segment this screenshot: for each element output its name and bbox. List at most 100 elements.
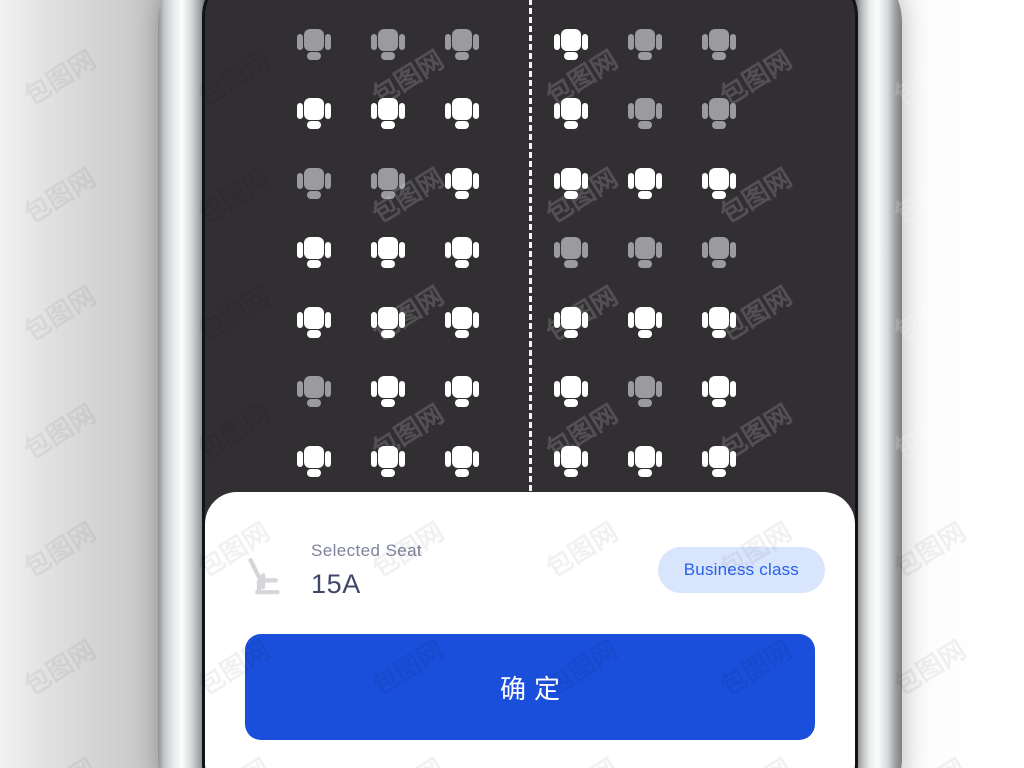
seat-armrest-right	[730, 172, 736, 189]
seat-15B[interactable]	[371, 445, 405, 480]
seat-armrest-right	[399, 242, 405, 258]
seat-map[interactable]	[205, 0, 855, 576]
seat-base	[307, 329, 321, 338]
seat-base	[381, 399, 395, 407]
seat-armrest-left	[628, 242, 634, 258]
seat-10C[interactable]	[445, 98, 479, 132]
seat-base	[455, 260, 469, 268]
seat-group-left	[297, 306, 479, 341]
seat-15A[interactable]	[297, 445, 331, 480]
seat-armrest-left	[445, 172, 451, 189]
seat-armrest-left	[297, 103, 303, 119]
cabin-class-badge[interactable]: Business class	[657, 547, 825, 593]
seat-back	[561, 237, 581, 259]
seat-armrest-left	[702, 103, 708, 119]
seat-14D[interactable]	[554, 376, 588, 410]
seat-15E[interactable]	[628, 445, 662, 480]
seat-base	[638, 468, 652, 477]
seat-10B[interactable]	[371, 98, 405, 132]
seat-14F[interactable]	[702, 376, 736, 410]
seat-back	[635, 445, 655, 468]
seat-group-left	[297, 98, 479, 132]
seat-back	[452, 376, 472, 398]
seat-group-left	[297, 376, 479, 410]
seat-back	[378, 28, 398, 51]
seat-armrest-right	[399, 33, 405, 50]
seat-armrest-right	[473, 103, 479, 119]
seat-11D[interactable]	[554, 167, 588, 202]
seat-armrest-left	[628, 172, 634, 189]
seat-9C	[445, 28, 479, 63]
seat-armrest-left	[554, 242, 560, 258]
seat-12A[interactable]	[297, 237, 331, 271]
seat-13B[interactable]	[371, 306, 405, 341]
seat-15F[interactable]	[702, 445, 736, 480]
seat-armrest-left	[371, 33, 377, 50]
seat-11F[interactable]	[702, 167, 736, 202]
seat-base	[564, 329, 578, 338]
seat-15D[interactable]	[554, 445, 588, 480]
seat-back	[378, 306, 398, 329]
seat-13D[interactable]	[554, 306, 588, 341]
seat-10D[interactable]	[554, 98, 588, 132]
seat-base	[455, 121, 469, 129]
seat-group-right	[554, 376, 736, 410]
seat-back	[709, 306, 729, 329]
seat-back	[709, 237, 729, 259]
seat-armrest-right	[473, 242, 479, 258]
seat-12D	[554, 237, 588, 271]
seat-armrest-left	[445, 311, 451, 328]
seat-10A[interactable]	[297, 98, 331, 132]
seat-base	[564, 121, 578, 129]
seat-back	[304, 28, 324, 51]
seat-armrest-right	[473, 450, 479, 467]
seat-armrest-right	[656, 450, 662, 467]
seat-10F	[702, 98, 736, 132]
seat-info-text: Selected Seat 15A	[311, 541, 422, 600]
seat-back	[378, 376, 398, 398]
seat-back	[452, 445, 472, 468]
seat-armrest-right	[582, 381, 588, 397]
confirm-button[interactable]: 确定	[245, 634, 815, 740]
seat-14E	[628, 376, 662, 410]
seat-armrest-left	[297, 381, 303, 397]
seat-back	[561, 98, 581, 120]
seat-back	[378, 445, 398, 468]
seat-armrest-left	[445, 381, 451, 397]
seat-armrest-right	[656, 242, 662, 258]
seat-armrest-left	[371, 242, 377, 258]
seat-armrest-left	[554, 311, 560, 328]
seat-back	[452, 306, 472, 329]
seat-11C[interactable]	[445, 167, 479, 202]
seat-armrest-right	[730, 381, 736, 397]
seat-15C[interactable]	[445, 445, 479, 480]
seat-13A[interactable]	[297, 306, 331, 341]
seat-back	[561, 376, 581, 398]
seat-armrest-right	[582, 242, 588, 258]
seat-armrest-left	[702, 172, 708, 189]
seat-9D[interactable]	[554, 28, 588, 63]
screenshot-stage: Selected Seat 15A Business class 确定 包图网包…	[0, 0, 1024, 768]
seat-12B[interactable]	[371, 237, 405, 271]
seat-back	[561, 445, 581, 468]
seat-14B[interactable]	[371, 376, 405, 410]
phone-device: Selected Seat 15A Business class 确定	[158, 0, 902, 768]
seat-armrest-right	[730, 33, 736, 50]
seat-base	[638, 51, 652, 60]
seat-armrest-right	[582, 33, 588, 50]
seat-12C[interactable]	[445, 237, 479, 271]
seat-9F	[702, 28, 736, 63]
seat-13E[interactable]	[628, 306, 662, 341]
seat-armrest-left	[628, 311, 634, 328]
seat-13F[interactable]	[702, 306, 736, 341]
seat-11E[interactable]	[628, 167, 662, 202]
seat-base	[381, 468, 395, 477]
seat-back	[709, 167, 729, 190]
seat-group-right	[554, 306, 736, 341]
seat-armrest-left	[371, 311, 377, 328]
seat-13C[interactable]	[445, 306, 479, 341]
seat-14C[interactable]	[445, 376, 479, 410]
seat-base	[307, 190, 321, 199]
seat-back	[304, 98, 324, 120]
seat-11B	[371, 167, 405, 202]
